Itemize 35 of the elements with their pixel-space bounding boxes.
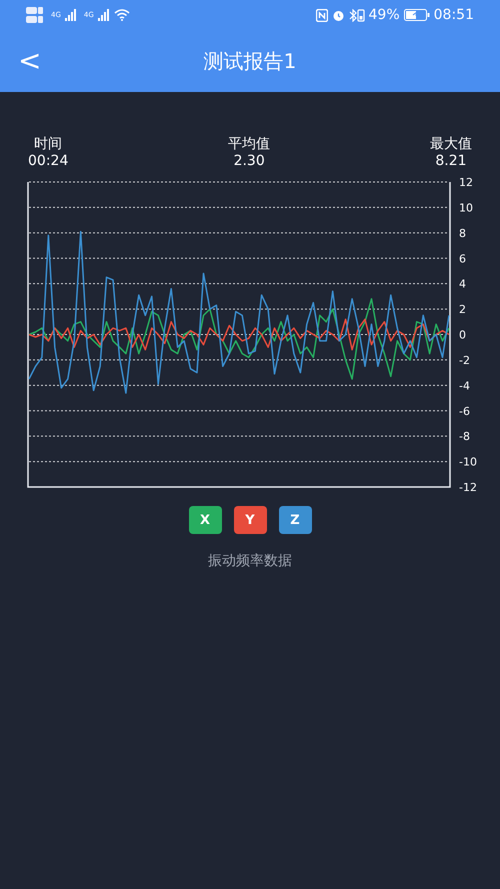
- stat-label: 平均值: [228, 136, 270, 153]
- series-toggle-button[interactable]: Z: [278, 506, 312, 534]
- signal-icon: [98, 9, 110, 21]
- axis-tick-label: 4: [459, 278, 466, 291]
- series-toggle-button[interactable]: Y: [234, 506, 266, 534]
- axis-tick-label: 6: [459, 252, 466, 266]
- sim-icon: [26, 6, 44, 24]
- clock: 08:51: [434, 7, 474, 23]
- stat-value: 2.30: [234, 153, 265, 170]
- series-toggle-button[interactable]: X: [188, 506, 222, 534]
- axis-tick-label: -12: [459, 481, 477, 494]
- axis-tick-label: -4: [459, 379, 470, 392]
- alarm-icon: [332, 8, 345, 22]
- battery-icon: [404, 9, 430, 21]
- axis-tick-label: -6: [459, 404, 470, 418]
- battery-percent: 49%: [368, 7, 400, 23]
- stat-value: 8.21: [435, 153, 467, 170]
- axis-tick-label: -8: [459, 430, 470, 444]
- axis-tick-label: 12: [459, 176, 473, 189]
- axis-tick-label: 8: [459, 226, 466, 240]
- signal-icon: [64, 9, 77, 21]
- axis-tick-label: -10: [459, 456, 477, 469]
- bluetooth-icon: [348, 8, 365, 22]
- stat-label: 最大值: [430, 136, 472, 153]
- stat-label: 时间: [34, 136, 62, 153]
- chart-caption: 振动频率数据: [207, 552, 293, 570]
- back-button[interactable]: <: [14, 44, 46, 77]
- axis-tick-label: -2: [459, 354, 470, 367]
- axis-tick-label: 10: [459, 201, 473, 214]
- wifi-icon: [114, 9, 130, 21]
- nfc-icon: [316, 8, 328, 22]
- axis-tick-label: 0: [459, 328, 466, 342]
- axis-tick-label: 2: [459, 303, 466, 316]
- page-title: 测试报告1: [204, 48, 296, 74]
- stat-value: 00:24: [28, 153, 68, 170]
